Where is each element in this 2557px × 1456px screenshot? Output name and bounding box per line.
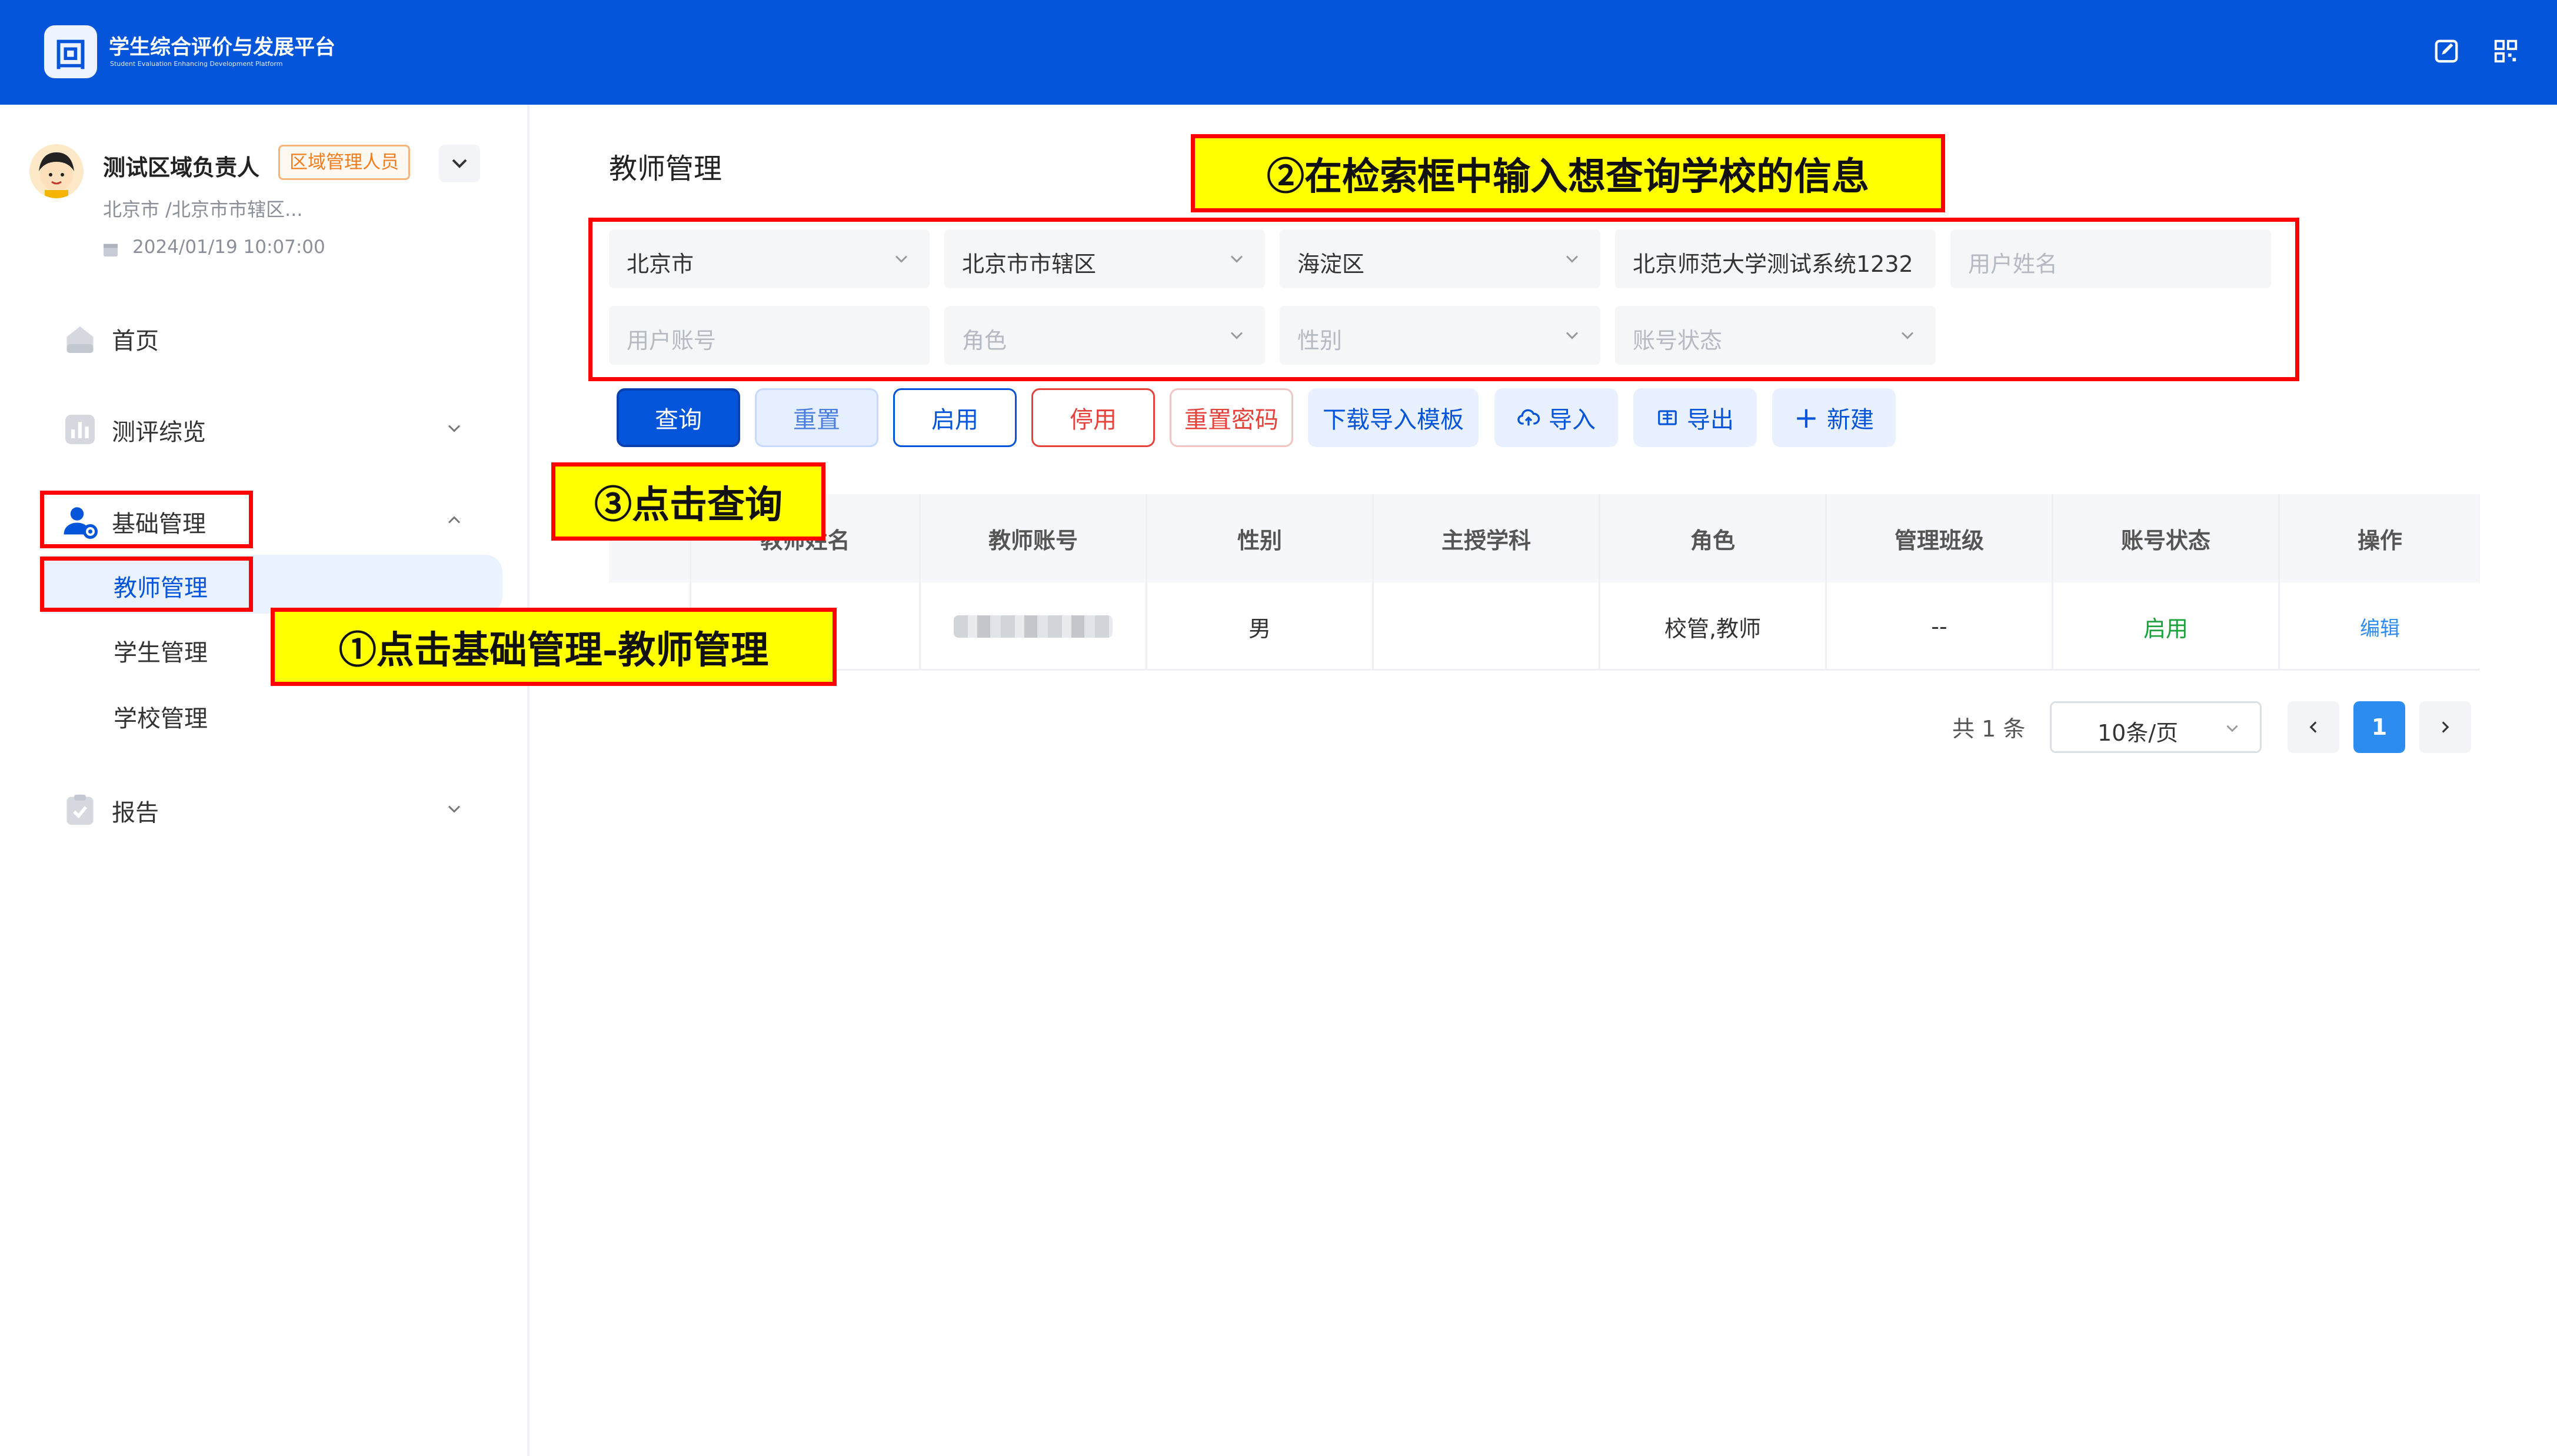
reset-password-button[interactable]: 重置密码: [1170, 388, 1293, 447]
sidebar-item-label: 学校管理: [114, 705, 208, 732]
query-button[interactable]: 查询: [617, 388, 740, 447]
platform-logo: 回: [44, 25, 97, 78]
annotation-step-3: ③点击查询: [551, 462, 825, 541]
role-tag: 区域管理人员: [278, 145, 410, 180]
export-icon: [1658, 410, 1677, 425]
qrcode-icon[interactable]: [2492, 38, 2519, 65]
prev-page-button[interactable]: [2288, 701, 2339, 753]
header-gender: 性别: [1147, 494, 1374, 582]
cell-role: 校管,教师: [1600, 582, 1827, 671]
page-1-button[interactable]: 1: [2353, 701, 2405, 753]
header-status: 账号状态: [2053, 494, 2280, 582]
import-button[interactable]: 导入: [1494, 388, 1618, 447]
calendar-icon: [104, 244, 118, 256]
clipboard-icon: [66, 794, 94, 825]
enable-label: 启用: [931, 407, 978, 434]
cloud-upload-icon: [1517, 409, 1540, 426]
user-region: 北京市 /北京市市辖区...: [103, 198, 303, 221]
login-time: 2024/01/19 10:07:00: [132, 236, 325, 258]
header-teacher-account: 教师账号: [921, 494, 1147, 582]
top-header: 回 学生综合评价与发展平台 Student Evaluation Enhanci…: [0, 0, 2557, 105]
cell-classes: --: [1827, 582, 2053, 671]
query-label: 查询: [655, 407, 702, 434]
disable-button[interactable]: 停用: [1031, 388, 1155, 447]
header-subject: 主授学科: [1374, 494, 1600, 582]
user-name: 测试区域负责人: [103, 155, 260, 181]
sidebar-item-label: 测评综览: [112, 419, 206, 446]
app-title: 学生综合评价与发展平台: [109, 36, 336, 59]
page-size-value: 10条/页: [2097, 720, 2179, 746]
chevron-down-icon: [448, 805, 461, 813]
plus-icon: +: [1794, 401, 1819, 435]
home-icon: [66, 326, 94, 353]
chevron-right-icon: [2442, 721, 2449, 733]
chevron-down-icon: [452, 159, 467, 168]
sidebar-item-label: 首页: [112, 328, 159, 355]
header-role: 角色: [1600, 494, 1827, 582]
sidebar-item-school-management[interactable]: 学校管理: [41, 685, 502, 744]
export-button[interactable]: 导出: [1633, 388, 1757, 447]
edit-link[interactable]: 编辑: [2280, 582, 2480, 671]
download-template-label: 下载导入模板: [1323, 407, 1464, 434]
blurred-account: [954, 615, 1113, 638]
annotation-frame-basic-management: [40, 491, 253, 548]
cell-subject: [1374, 582, 1600, 671]
reset-label: 重置: [793, 407, 840, 434]
logo-glyph: 回: [55, 36, 86, 74]
annotation-step-1: ①点击基础管理-教师管理: [271, 608, 837, 686]
create-button[interactable]: + 新建: [1772, 388, 1896, 447]
chevron-up-icon: [448, 516, 461, 524]
cell-gender: 男: [1147, 582, 1374, 671]
reset-button[interactable]: 重置: [755, 388, 878, 447]
table-row: 男 校管,教师 -- 启用 编辑: [609, 582, 2480, 671]
disable-label: 停用: [1070, 407, 1117, 434]
annotation-step-2: ②在检索框中输入想查询学校的信息: [1191, 134, 1945, 212]
header-actions: 操作: [2357, 527, 2402, 554]
chevron-left-icon: [2309, 721, 2317, 733]
pagination-total: 共 1 条: [1952, 716, 2026, 742]
annotation-frame-search-fields: [588, 218, 2299, 381]
current-page-number: 1: [2371, 714, 2388, 740]
cell-status: 启用: [2053, 582, 2280, 671]
chevron-down-icon: [448, 425, 461, 432]
import-label: 导入: [1549, 407, 1596, 434]
download-template-button[interactable]: 下载导入模板: [1308, 388, 1479, 447]
page-title: 教师管理: [609, 152, 723, 185]
enable-button[interactable]: 启用: [893, 388, 1017, 447]
chart-icon: [65, 415, 95, 444]
sidebar-item-report[interactable]: 报告: [59, 781, 482, 834]
sidebar-item-overview[interactable]: 测评综览: [59, 400, 482, 453]
avatar-image: [39, 152, 74, 198]
user-menu-toggle[interactable]: [439, 145, 480, 182]
app-subtitle: Student Evaluation Enhancing Development…: [110, 60, 283, 68]
avatar: [29, 144, 84, 198]
edit-icon[interactable]: [2433, 38, 2460, 65]
sidebar-item-home[interactable]: 首页: [59, 309, 482, 362]
cell-teacher-account: [921, 582, 1147, 671]
annotation-frame-teacher-management: [40, 557, 253, 612]
reset-password-label: 重置密码: [1184, 407, 1278, 434]
header-classes: 管理班级: [1827, 494, 2053, 582]
sidebar-item-label: 报告: [112, 799, 159, 827]
table-header: 教师姓名 教师账号 性别 主授学科 角色 管理班级 账号状态 操作: [609, 494, 2480, 582]
chevron-down-icon: [2226, 725, 2238, 732]
next-page-button[interactable]: [2419, 701, 2471, 753]
sidebar-item-label: 学生管理: [114, 639, 208, 667]
create-label: 新建: [1826, 407, 1874, 434]
export-label: 导出: [1687, 407, 1734, 434]
page-size-select[interactable]: 10条/页: [2050, 701, 2262, 753]
